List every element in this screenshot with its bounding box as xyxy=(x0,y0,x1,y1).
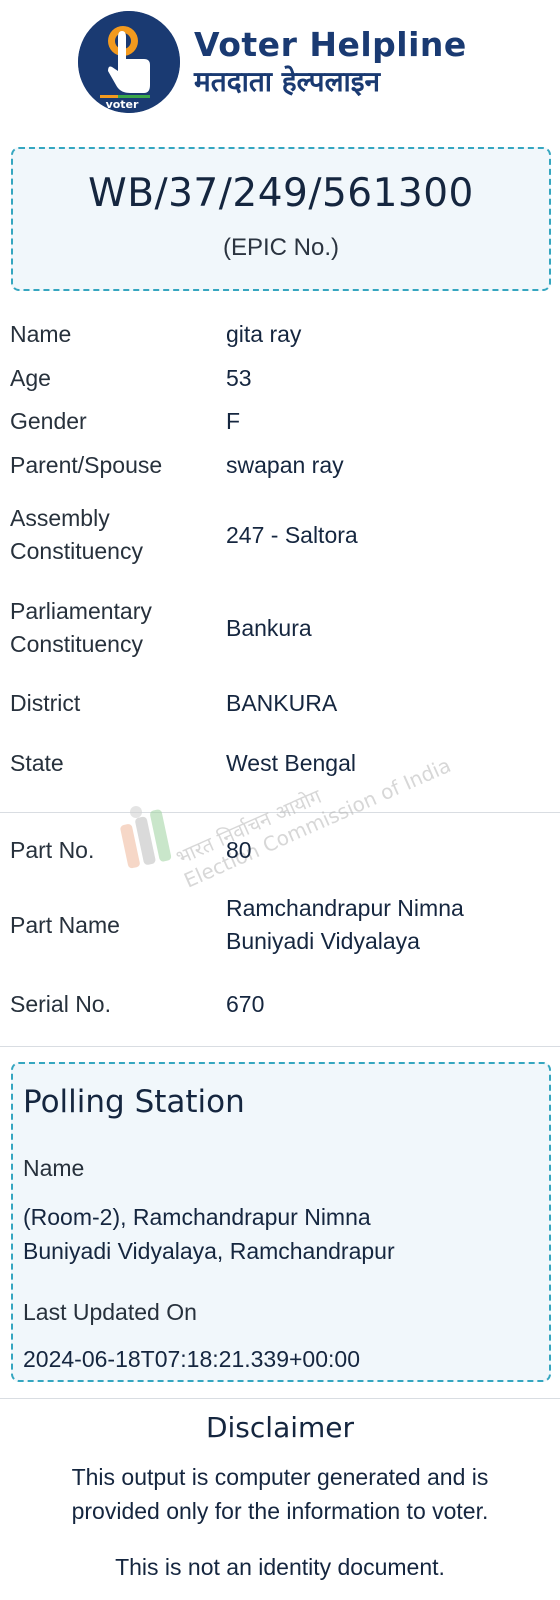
divider xyxy=(0,1398,560,1399)
parliamentary-label-line2: Constituency xyxy=(10,631,143,657)
part-name-value: Ramchandrapur Nimna Buniyadi Vidyalaya xyxy=(226,892,550,958)
detail-row-age: Age 53 xyxy=(10,356,550,400)
disclaimer-title: Disclaimer xyxy=(205,1411,355,1444)
last-updated-value: 2024-06-18T07:18:21.339+00:00 xyxy=(23,1346,360,1372)
district-label: District xyxy=(10,689,81,716)
detail-row-state: State West Bengal xyxy=(10,732,550,794)
relation-label: Parent/Spouse xyxy=(10,451,163,478)
divider xyxy=(0,812,560,813)
polling-station-name-label: Name xyxy=(23,1155,85,1181)
assembly-label-line2: Constituency xyxy=(10,538,143,564)
part-name-label: Part Name xyxy=(10,911,120,938)
part-name-line1: Ramchandrapur Nimna xyxy=(226,895,464,921)
part-no-value: 80 xyxy=(226,836,252,863)
assembly-label: Assembly Constituency xyxy=(10,502,226,568)
app-header: voter Voter Helpline मतदाता हेल्पलाइन xyxy=(78,10,498,114)
divider xyxy=(0,1046,560,1047)
polling-station-card: Polling Station Name (Room-2), Ramchandr… xyxy=(11,1062,551,1382)
state-label: State xyxy=(10,749,64,776)
brand-title-en: Voter Helpline xyxy=(194,25,467,64)
name-label: Name xyxy=(10,320,72,347)
part-no-label: Part No. xyxy=(10,836,95,863)
parliamentary-label: Parliamentary Constituency xyxy=(10,595,226,661)
gender-value: F xyxy=(226,407,241,434)
logo-text: voter xyxy=(106,98,139,111)
part-details: Part No. 80 Part Name Ramchandrapur Nimn… xyxy=(10,826,550,1032)
brand-title-hi: मतदाता हेल्पलाइन xyxy=(194,65,381,98)
voter-helpline-logo-icon: voter xyxy=(78,11,180,113)
serial-label: Serial No. xyxy=(10,990,111,1017)
detail-row-assembly: Assembly Constituency 247 - Saltora xyxy=(10,488,550,582)
detail-row-district: District BANKURA xyxy=(10,674,550,732)
disclaimer-line1: This output is computer generated and is xyxy=(71,1464,489,1490)
assembly-value: 247 - Saltora xyxy=(226,521,358,548)
parliamentary-value: Bankura xyxy=(226,614,312,641)
state-value: West Bengal xyxy=(226,749,356,776)
epic-label: (EPIC No.) xyxy=(222,234,339,261)
relation-value: swapan ray xyxy=(226,451,344,478)
detail-row-parliamentary: Parliamentary Constituency Bankura xyxy=(10,582,550,674)
detail-row-serial: Serial No. 670 xyxy=(10,976,550,1032)
epic-number: WB/37/249/561300 xyxy=(88,171,474,216)
detail-row-part-name: Part Name Ramchandrapur Nimna Buniyadi V… xyxy=(10,874,550,976)
age-value: 53 xyxy=(226,364,252,391)
disclaimer-text: This output is computer generated and is… xyxy=(30,1460,530,1528)
district-value: BANKURA xyxy=(226,689,338,716)
brand-title: Voter Helpline मतदाता हेल्पलाइन xyxy=(194,25,467,99)
polling-station-name-line1: (Room-2), Ramchandrapur Nimna xyxy=(23,1204,371,1230)
polling-station-title: Polling Station xyxy=(23,1084,245,1120)
detail-row-relation: Parent/Spouse swapan ray xyxy=(10,442,550,488)
assembly-label-line1: Assembly xyxy=(10,505,110,531)
part-name-line2: Buniyadi Vidyalaya xyxy=(226,928,420,954)
detail-row-gender: Gender F xyxy=(10,400,550,442)
last-updated-label: Last Updated On xyxy=(23,1299,197,1325)
epic-card: WB/37/249/561300 (EPIC No.) xyxy=(11,147,551,291)
detail-row-part-no: Part No. 80 xyxy=(10,826,550,874)
detail-row-name: Name gita ray xyxy=(10,312,550,356)
parliamentary-label-line1: Parliamentary xyxy=(10,598,152,624)
polling-station-name-line2: Buniyadi Vidyalaya, Ramchandrapur xyxy=(23,1238,395,1264)
serial-value: 670 xyxy=(226,990,265,1017)
age-label: Age xyxy=(10,364,51,391)
disclaimer-line2: provided only for the information to vot… xyxy=(71,1498,489,1524)
gender-label: Gender xyxy=(10,407,87,434)
personal-details: Name gita ray Age 53 Gender F Parent/Spo… xyxy=(10,312,550,794)
name-value: gita ray xyxy=(226,320,302,347)
disclaimer-note: This is not an identity document. xyxy=(115,1554,445,1580)
